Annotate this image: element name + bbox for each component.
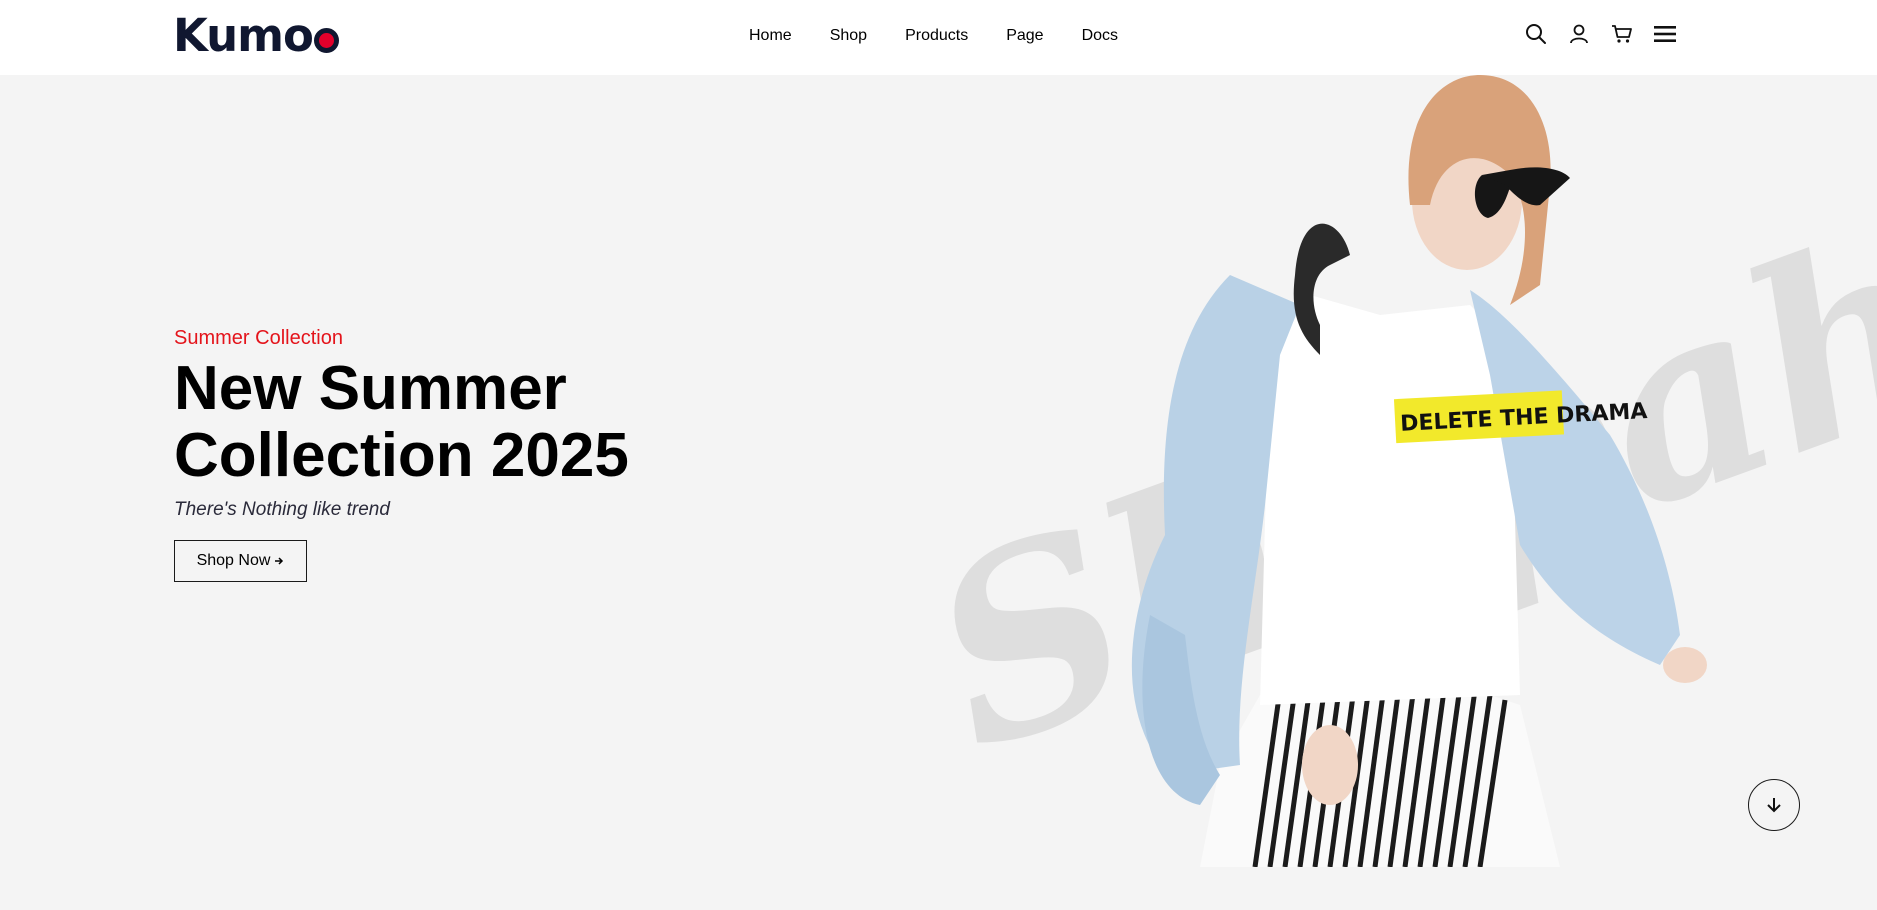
hero-headline-line2: Collection 2025 bbox=[174, 421, 629, 490]
hero-headline: New Summer Collection 2025 bbox=[174, 355, 734, 489]
main-nav: Home Shop Products Page Docs bbox=[730, 24, 1137, 48]
logo-dot-icon bbox=[313, 27, 339, 53]
nav-item-products[interactable]: Products bbox=[886, 24, 987, 48]
nav-item-shop[interactable]: Shop bbox=[811, 24, 886, 48]
logo[interactable]: Kumo bbox=[173, 8, 339, 62]
search-icon[interactable] bbox=[1524, 22, 1548, 46]
hero-image: Shopaholic DELETE THE DRAMA bbox=[870, 0, 1877, 868]
nav-item-page[interactable]: Page bbox=[987, 24, 1062, 48]
menu-icon[interactable] bbox=[1653, 22, 1677, 46]
site-header: Kumo Home Shop Products Page Docs bbox=[0, 0, 1877, 75]
header-actions bbox=[1524, 22, 1696, 46]
scroll-down-button[interactable] bbox=[1748, 779, 1800, 831]
model-figure: DELETE THE DRAMA bbox=[1131, 75, 1707, 868]
hero-headline-line1: New Summer bbox=[174, 354, 567, 423]
shop-now-button[interactable]: Shop Now bbox=[174, 540, 307, 582]
hero-tagline: There's Nothing like trend bbox=[174, 499, 390, 520]
logo-wordmark: Kumo bbox=[173, 8, 314, 62]
hero-content: Summer Collection New Summer Collection … bbox=[174, 327, 734, 521]
nav-item-docs[interactable]: Docs bbox=[1063, 24, 1137, 48]
arrow-right-icon bbox=[274, 556, 284, 566]
shop-now-label: Shop Now bbox=[196, 552, 271, 569]
hero-eyebrow: Summer Collection bbox=[174, 327, 343, 349]
cart-icon[interactable] bbox=[1610, 22, 1634, 46]
nav-item-home[interactable]: Home bbox=[730, 24, 811, 48]
arrow-down-icon bbox=[1765, 796, 1783, 814]
user-icon[interactable] bbox=[1567, 22, 1591, 46]
